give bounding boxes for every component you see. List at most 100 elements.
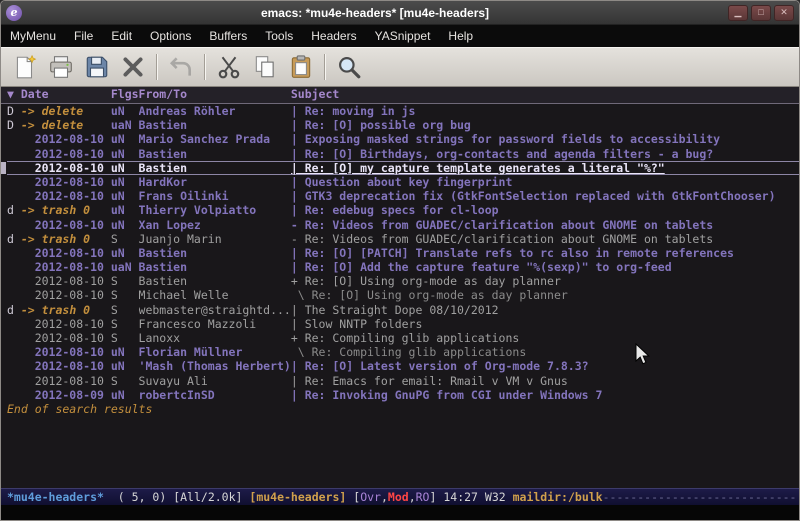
message-row[interactable]: 2012-08-10uNBastien| Re: [O] Birthdays, …: [7, 147, 799, 161]
mark-char: d: [7, 203, 21, 217]
message-date-or-mark: 2012-08-10: [7, 175, 111, 189]
menu-item-tools[interactable]: Tools: [256, 25, 302, 47]
print-button[interactable]: [43, 51, 79, 83]
message-flags: uN: [111, 147, 139, 161]
close-buffer-icon: [120, 54, 146, 80]
message-row[interactable]: 2012-08-10SMichael Welle \ Re: [O] Using…: [7, 288, 799, 302]
message-subject: \ Re: [O] Using org-mode as day planner: [291, 288, 799, 302]
message-subject: | Re: Invoking GnuPG from CGI under Wind…: [291, 388, 799, 402]
toolbar-separator: [324, 54, 326, 80]
modeline-segment-plain: [: [346, 490, 360, 504]
undo-button[interactable]: [163, 51, 199, 83]
modeline-segment-violet: RO: [416, 490, 430, 504]
message-row[interactable]: 2012-08-10uNXan Lopez- Re: Videos from G…: [7, 218, 799, 232]
column-header-from[interactable]: From/To: [139, 87, 291, 103]
message-from: Bastien: [139, 274, 291, 288]
message-from: 'Mash (Thomas Herbert): [139, 359, 291, 373]
cut-button[interactable]: [211, 51, 247, 83]
message-date-or-mark: 2012-08-10: [7, 359, 111, 373]
message-date-or-mark: 2012-08-10: [7, 274, 111, 288]
message-row[interactable]: d -> trash 0Swebmaster@straightd...| The…: [7, 303, 799, 317]
menu-item-help[interactable]: Help: [439, 25, 482, 47]
menu-item-options[interactable]: Options: [141, 25, 200, 47]
modeline-segment-plain: [All/2.0k]: [173, 490, 242, 504]
column-header-subject[interactable]: Subject: [291, 87, 799, 103]
message-flags: S: [111, 317, 139, 331]
message-date-or-mark: 2012-08-10: [7, 331, 111, 345]
message-flags: S: [111, 274, 139, 288]
message-date-or-mark: d -> trash 0: [7, 303, 111, 317]
message-row[interactable]: 2012-08-10SBastien+ Re: [O] Using org-mo…: [7, 274, 799, 288]
message-subject: | Question about key fingerprint: [291, 175, 799, 189]
message-flags: uN: [111, 189, 139, 203]
close-button[interactable]: ✕: [774, 5, 794, 21]
message-row[interactable]: 2012-08-10SFrancesco Mazzoli| Slow NNTP …: [7, 317, 799, 331]
minimize-button[interactable]: ▁: [728, 5, 748, 21]
message-date-or-mark: 2012-08-10: [7, 189, 111, 203]
message-row[interactable]: 2012-08-10uNFrans Oilinki| GTK3 deprecat…: [7, 189, 799, 203]
message-row[interactable]: 2012-08-10uNBastien| Re: [O] my capture …: [7, 161, 799, 175]
message-flags: uN: [111, 218, 139, 232]
message-from: webmaster@straightd...: [139, 303, 291, 317]
message-flags: uN: [111, 175, 139, 189]
message-row[interactable]: 2012-08-10uN'Mash (Thomas Herbert)| Re: …: [7, 359, 799, 373]
message-subject: | Re: edebug specs for cl-loop: [291, 203, 799, 217]
copy-button[interactable]: [247, 51, 283, 83]
message-row[interactable]: 2012-08-10uNHardKor| Question about key …: [7, 175, 799, 189]
search-button[interactable]: [331, 51, 367, 83]
toolbar-separator: [156, 54, 158, 80]
message-from: Thierry Volpiatto: [139, 203, 291, 217]
title-bar[interactable]: e emacs: *mu4e-headers* [mu4e-headers] ▁…: [1, 1, 799, 25]
column-header-flags[interactable]: Flgs: [111, 87, 139, 103]
modeline-segment-folder: maildir:/bulk: [513, 490, 603, 504]
message-date-or-mark: d -> trash 0: [7, 203, 111, 217]
paste-icon: [288, 54, 314, 80]
message-subject: | The Straight Dope 08/10/2012: [291, 303, 799, 317]
message-flags: S: [111, 232, 139, 246]
message-row[interactable]: 2012-08-09uNrobertcInSD| Re: Invoking Gn…: [7, 388, 799, 402]
message-subject: | Re: [O] possible org bug: [291, 118, 799, 132]
mark-action: -> trash 0: [21, 303, 90, 317]
menu-item-yasnippet[interactable]: YASnippet: [366, 25, 440, 47]
modeline-segment-plain: 14:27: [443, 490, 478, 504]
new-file-icon: [12, 54, 38, 80]
menu-item-file[interactable]: File: [65, 25, 102, 47]
message-row[interactable]: 2012-08-10uNMario Sanchez Prada| Exposin…: [7, 132, 799, 146]
save-button[interactable]: [79, 51, 115, 83]
message-row[interactable]: d -> trash 0SJuanjo Marin- Re: Videos fr…: [7, 232, 799, 246]
menu-item-buffers[interactable]: Buffers: [200, 25, 256, 47]
message-row[interactable]: d -> trash 0uNThierry Volpiatto| Re: ede…: [7, 203, 799, 217]
message-from: Lanoxx: [139, 331, 291, 345]
message-row[interactable]: D -> deleteuNAndreas Röhler| Re: moving …: [7, 104, 799, 118]
message-row[interactable]: 2012-08-10SSuvayu Ali| Re: Emacs for ema…: [7, 374, 799, 388]
menu-item-mymenu[interactable]: MyMenu: [1, 25, 65, 47]
message-from: Andreas Röhler: [139, 104, 291, 118]
message-date-or-mark: d -> trash 0: [7, 232, 111, 246]
message-subject: | Exposing masked strings for password f…: [291, 132, 799, 146]
modeline-segment-plain: ,: [409, 490, 416, 504]
column-header-date[interactable]: ▼ Date: [7, 87, 111, 103]
search-icon: [336, 54, 362, 80]
modeline-segment-violet: Ovr: [360, 490, 381, 504]
menu-item-edit[interactable]: Edit: [102, 25, 141, 47]
message-rows: D -> deleteuNAndreas Röhler| Re: moving …: [7, 104, 799, 402]
message-row[interactable]: 2012-08-10SLanoxx+ Re: Compiling glib ap…: [7, 331, 799, 345]
message-from: robertcInSD: [139, 388, 291, 402]
message-row[interactable]: 2012-08-10uNFlorian Müllner \ Re: Compil…: [7, 345, 799, 359]
message-row[interactable]: 2012-08-10uaNBastien| Re: [O] Add the ca…: [7, 260, 799, 274]
menu-item-headers[interactable]: Headers: [302, 25, 365, 47]
message-row[interactable]: D -> deleteuaNBastien| Re: [O] possible …: [7, 118, 799, 132]
message-date-or-mark: D -> delete: [7, 118, 111, 132]
paste-button[interactable]: [283, 51, 319, 83]
message-subject: | Re: [O] Latest version of Org-mode 7.8…: [291, 359, 799, 373]
message-list[interactable]: D -> deleteuNAndreas Röhler| Re: moving …: [1, 104, 799, 488]
new-file-button[interactable]: [7, 51, 43, 83]
header-line: ▼ Date Flgs From/To Subject: [1, 87, 799, 104]
message-date-or-mark: 2012-08-10: [7, 260, 111, 274]
maximize-button[interactable]: □: [751, 5, 771, 21]
message-flags: uN: [111, 104, 139, 118]
close-buffer-button[interactable]: [115, 51, 151, 83]
message-flags: S: [111, 331, 139, 345]
mark-action: -> delete: [21, 104, 83, 118]
message-row[interactable]: 2012-08-10uNBastien| Re: [O] [PATCH] Tra…: [7, 246, 799, 260]
